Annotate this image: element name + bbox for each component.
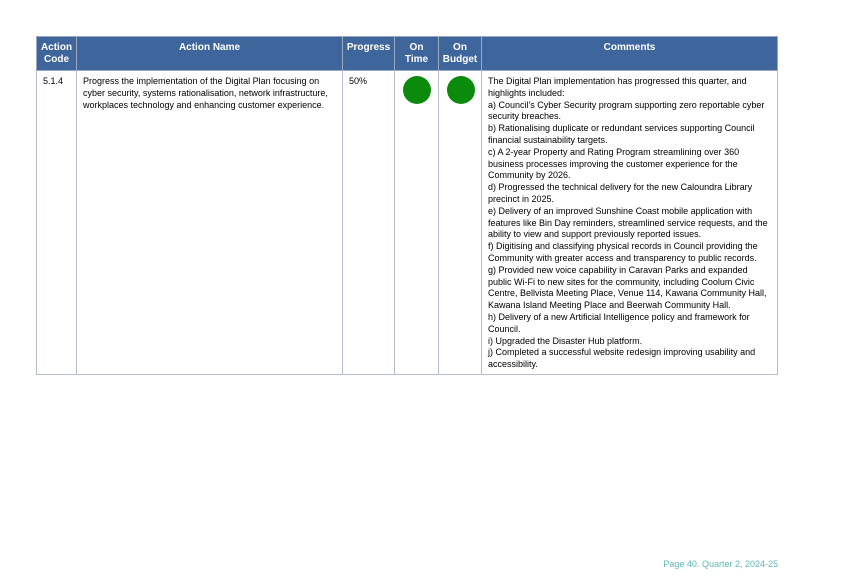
page-footer: Page 40. Quarter 2, 2024-25 bbox=[663, 559, 778, 569]
cell-on-budget bbox=[438, 70, 482, 375]
on-time-status-icon bbox=[403, 76, 431, 104]
cell-progress: 50% bbox=[342, 70, 395, 375]
on-budget-status-icon bbox=[446, 76, 475, 104]
header-action-name: Action Name bbox=[76, 36, 343, 71]
comment-line: c) A 2-year Property and Rating Program … bbox=[488, 146, 740, 181]
table-header-row: Action Code Action Name Progress On Time… bbox=[36, 36, 778, 71]
action-table: Action Code Action Name Progress On Time… bbox=[36, 36, 778, 375]
comment-line: e) Delivery of an improved Sunshine Coas… bbox=[488, 205, 768, 240]
comment-line: i) Upgraded the Disaster Hub platform. bbox=[488, 335, 643, 346]
header-action-code: Action Code bbox=[36, 36, 77, 71]
header-on-time: On Time bbox=[394, 36, 439, 71]
comment-line: g) Provided new voice capability in Cara… bbox=[488, 264, 767, 311]
header-comments: Comments bbox=[481, 36, 778, 71]
comment-line: a) Council's Cyber Security program supp… bbox=[488, 99, 765, 122]
header-on-budget: On Budget bbox=[438, 36, 482, 71]
comment-line: f) Digitising and classifying physical r… bbox=[488, 241, 758, 263]
comment-line: b) Rationalising duplicate or redundant … bbox=[488, 123, 755, 145]
comment-line: j) Completed a successful website redesi… bbox=[488, 347, 756, 370]
comment-line: h) Delivery of a new Artificial Intellig… bbox=[488, 311, 750, 334]
comment-line: d) Progressed the technical delivery for… bbox=[488, 182, 753, 204]
cell-action-code: 5.1.4 bbox=[36, 70, 77, 375]
cell-on-time bbox=[394, 70, 439, 375]
comment-line: The Digital Plan implementation has prog… bbox=[488, 76, 747, 98]
cell-comments: The Digital Plan implementation has prog… bbox=[481, 70, 778, 375]
header-progress: Progress bbox=[342, 36, 395, 71]
cell-action-name: Progress the implementation of the Digit… bbox=[76, 70, 343, 375]
table-row: 5.1.4 Progress the implementation of the… bbox=[36, 70, 778, 375]
